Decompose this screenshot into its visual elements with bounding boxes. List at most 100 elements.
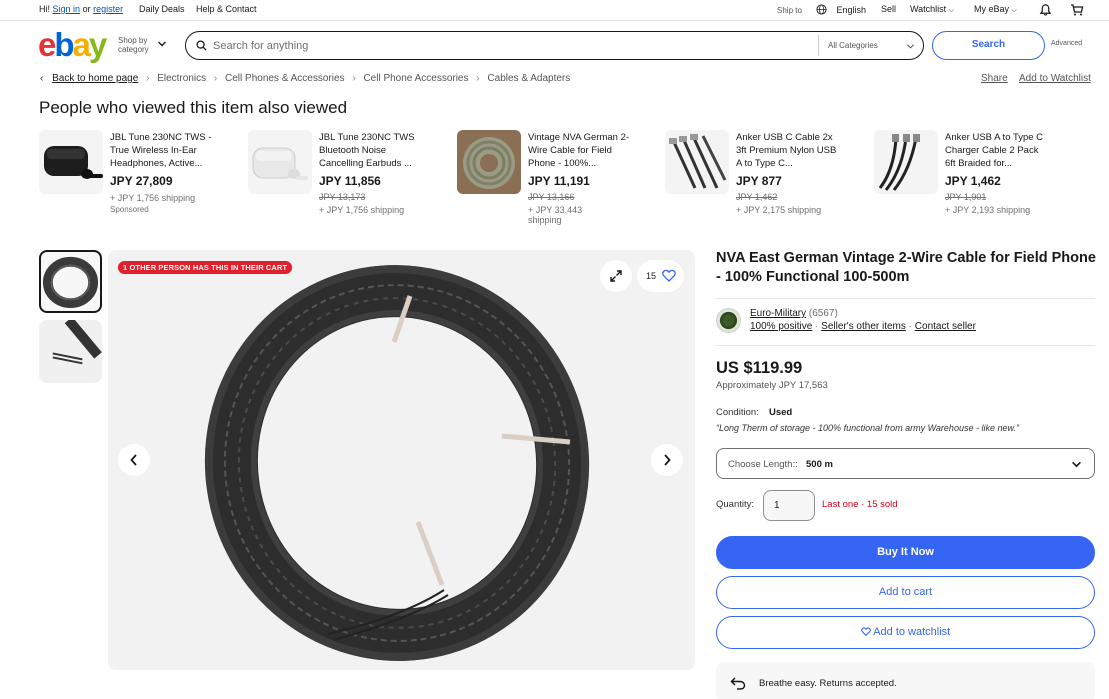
daily-deals-link[interactable]: Daily Deals: [139, 4, 185, 14]
seller-other-items-link[interactable]: Seller's other items: [821, 321, 906, 332]
chevron-down-icon[interactable]: [157, 40, 167, 48]
length-label: Choose Length::: [728, 459, 798, 470]
also-viewed-heading: People who viewed this item also viewed: [39, 98, 348, 117]
sold-count: 15 sold: [866, 499, 898, 510]
contact-seller-link[interactable]: Contact seller: [915, 321, 976, 332]
add-to-cart-button[interactable]: Add to cart: [716, 576, 1095, 609]
separator-dot: ·: [815, 321, 819, 332]
breadcrumb-item[interactable]: Cables & Adapters: [487, 73, 570, 84]
item-price: JPY 877: [736, 174, 782, 188]
ebay-logo[interactable]: ebay: [38, 26, 118, 66]
breadcrumb-item[interactable]: Cell Phone Accessories: [363, 73, 468, 84]
quantity-input[interactable]: 1: [763, 490, 815, 521]
product-thumbnail[interactable]: [874, 130, 938, 194]
chevron-right-icon: ›: [146, 73, 150, 84]
chevron-right-icon: ›: [352, 73, 356, 84]
cart-count-badge: 1 OTHER PERSON HAS THIS IN THEIR CART: [118, 261, 293, 274]
language-selector[interactable]: English: [816, 4, 866, 15]
item-title[interactable]: JBL Tune 230NC TWS Bluetooth Noise Cance…: [319, 131, 424, 170]
search-button[interactable]: Search: [932, 31, 1045, 60]
item-shipping: + JPY 1,756 shipping: [110, 193, 196, 203]
seller-name-link[interactable]: Euro-Military: [750, 308, 806, 319]
search-input[interactable]: Search for anything: [213, 40, 308, 52]
breadcrumb: ‹ Back to home page › Electronics › Cell…: [40, 73, 570, 84]
gallery-thumbnail-selected[interactable]: [39, 250, 102, 313]
last-one-label: Last one: [822, 499, 859, 510]
length-select[interactable]: Choose Length:: 500 m: [716, 448, 1095, 479]
also-viewed-item[interactable]: Anker USB A to Type C Charger Cable 2 Pa…: [874, 130, 1074, 230]
divider: [716, 298, 1095, 299]
category-select[interactable]: All Categories: [828, 41, 878, 50]
logo-letter: a: [72, 26, 91, 63]
seller-avatar[interactable]: [716, 308, 741, 333]
product-thumbnail[interactable]: [248, 130, 312, 194]
add-to-watchlist-button[interactable]: Add to watchlist: [716, 616, 1095, 649]
also-viewed-item[interactable]: JBL Tune 230NC TWS - True Wireless In-Ea…: [39, 130, 239, 230]
search-icon: [196, 40, 207, 51]
item-title[interactable]: JBL Tune 230NC TWS - True Wireless In-Ea…: [110, 131, 215, 170]
watchlist-label: Watchlist: [910, 4, 947, 14]
breadcrumb-item[interactable]: Cell Phones & Accessories: [225, 73, 345, 84]
seller-logo-icon: [719, 311, 738, 330]
share-link[interactable]: Share: [981, 73, 1008, 84]
fullscreen-button[interactable]: [600, 260, 632, 292]
watchlist-menu[interactable]: Watchlist ⌵: [910, 4, 954, 15]
stock-status: Last one · 15 sold: [822, 499, 898, 510]
item-shipping: + JPY 2,175 shipping: [736, 205, 822, 215]
logo-letter: y: [88, 26, 107, 63]
chevron-down-icon: ⌵: [1011, 7, 1017, 14]
item-original-price: JPY 13,166: [528, 192, 575, 202]
advanced-search-link[interactable]: Advanced: [1051, 40, 1082, 47]
gallery-thumbnail[interactable]: [39, 320, 102, 383]
top-bar: Hi! Sign in or register Daily Deals Help…: [0, 0, 1109, 21]
cart-icon[interactable]: [1070, 3, 1084, 17]
bell-icon[interactable]: [1039, 3, 1052, 17]
chevron-down-icon: [907, 44, 914, 49]
logo-letter: b: [54, 26, 74, 63]
main-product-image[interactable]: [108, 250, 695, 670]
product-title: NVA East German Vintage 2-Wire Cable for…: [716, 250, 1096, 285]
sell-link[interactable]: Sell: [881, 4, 896, 14]
item-title[interactable]: Anker USB A to Type C Charger Cable 2 Pa…: [945, 131, 1050, 170]
item-title[interactable]: Anker USB C Cable 2x 3ft Premium Nylon U…: [736, 131, 841, 170]
positive-feedback-link[interactable]: 100% positive: [750, 321, 812, 332]
chevron-right-icon: [664, 454, 671, 466]
also-viewed-item[interactable]: Vintage NVA German 2-Wire Cable for Fiel…: [457, 130, 657, 230]
product-thumbnail[interactable]: [665, 130, 729, 194]
cable-coil-photo: [204, 265, 590, 661]
add-to-watchlist-link[interactable]: Add to Watchlist: [1019, 73, 1091, 84]
ship-to-link[interactable]: Ship to: [777, 6, 802, 15]
seller-info: Euro-Military (6567): [750, 308, 838, 319]
earbuds-image: [44, 146, 103, 179]
shop-by-category[interactable]: Shop by category: [118, 36, 149, 54]
item-shipping: + JPY 33,443 shipping: [528, 205, 583, 225]
chevron-down-icon: [1072, 461, 1081, 468]
chevron-right-icon: ›: [476, 73, 480, 84]
my-ebay-menu[interactable]: My eBay ⌵: [974, 4, 1017, 15]
back-to-home-link[interactable]: Back to home page: [52, 73, 138, 84]
help-contact-link[interactable]: Help & Contact: [196, 4, 257, 14]
item-title[interactable]: Vintage NVA German 2-Wire Cable for Fiel…: [528, 131, 633, 170]
product-thumbnail[interactable]: [457, 130, 521, 194]
item-shipping: + JPY 1,756 shipping: [319, 205, 405, 215]
usb-cable-image: [669, 134, 727, 189]
also-viewed-item[interactable]: JBL Tune 230NC TWS Bluetooth Noise Cance…: [248, 130, 448, 230]
chevron-left-icon: [130, 454, 137, 466]
globe-icon: [816, 4, 827, 15]
previous-image-button[interactable]: [118, 444, 150, 476]
quantity-label: Quantity:: [716, 499, 755, 510]
search-divider: [818, 35, 819, 56]
breadcrumb-item[interactable]: Electronics: [157, 73, 206, 84]
product-thumbnail[interactable]: [39, 130, 103, 194]
return-arrow-icon: [730, 677, 746, 690]
divider: [716, 345, 1095, 346]
register-link[interactable]: register: [93, 4, 123, 14]
sign-in-link[interactable]: Sign in: [53, 4, 81, 14]
next-image-button[interactable]: [651, 444, 683, 476]
watch-count-button[interactable]: 15: [637, 260, 684, 292]
buy-it-now-button[interactable]: Buy It Now: [716, 536, 1095, 569]
also-viewed-item[interactable]: Anker USB C Cable 2x 3ft Premium Nylon U…: [665, 130, 865, 230]
usb-cable-image: [878, 134, 920, 191]
cable-coil-image: [463, 137, 515, 189]
or-text: or: [82, 4, 91, 14]
